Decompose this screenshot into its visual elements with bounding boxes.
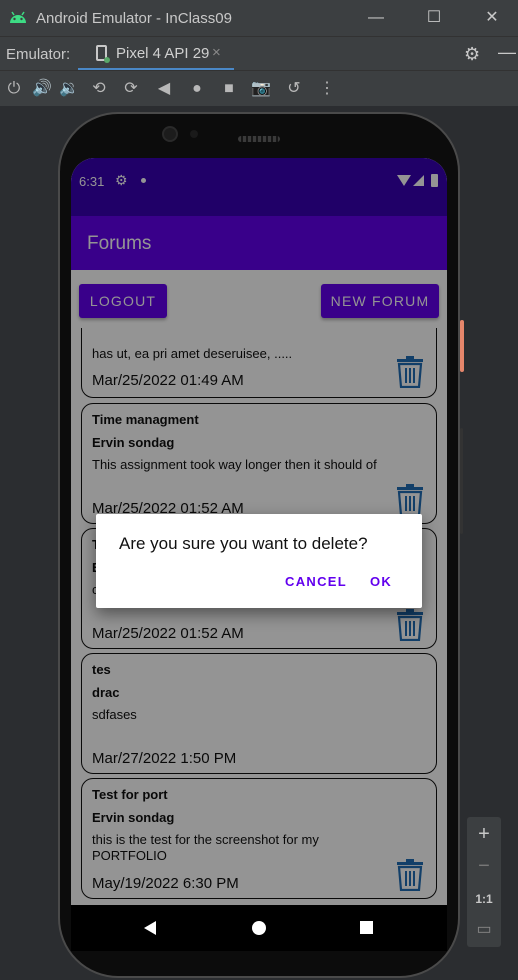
zoom-panel: + − 1:1 ▭ bbox=[467, 817, 501, 947]
system-nav-bar bbox=[71, 905, 447, 951]
android-icon bbox=[10, 11, 26, 23]
volume-up-icon[interactable]: 🔊 bbox=[31, 78, 53, 100]
hide-panel-icon[interactable]: — bbox=[498, 42, 516, 63]
window-titlebar: Android Emulator - InClass09 — ☐ ✕ bbox=[0, 0, 518, 36]
nav-recents-icon[interactable] bbox=[360, 921, 373, 934]
close-window-button[interactable]: ✕ bbox=[482, 8, 502, 28]
nav-back-icon[interactable] bbox=[144, 921, 156, 935]
sensor bbox=[190, 130, 198, 138]
cancel-button[interactable]: CANCEL bbox=[285, 574, 347, 589]
rotate-right-icon[interactable]: ⟳ bbox=[120, 78, 142, 100]
snapshot-icon[interactable]: ↺ bbox=[283, 78, 305, 100]
volume-down-icon[interactable]: 🔉 bbox=[58, 78, 80, 100]
device-icon bbox=[96, 45, 110, 63]
front-camera bbox=[162, 126, 178, 142]
tab-label: Pixel 4 API 29 bbox=[116, 45, 210, 62]
device-screen: 6:31 ⚙ Forums LOGOUT NEW FORUM has ut, e… bbox=[71, 158, 447, 905]
delete-confirm-dialog: Are you sure you want to delete? CANCEL … bbox=[96, 514, 422, 608]
settings-icon[interactable]: ⚙ bbox=[464, 44, 480, 65]
more-icon[interactable]: ⋮ bbox=[316, 78, 338, 100]
camera-icon[interactable]: 📷 bbox=[250, 78, 272, 100]
power-key[interactable] bbox=[460, 320, 464, 372]
emulator-toolbar: ⏻ 🔊 🔉 ⟲ ⟳ ◀ ● ■ 📷 ↺ ⋮ bbox=[0, 70, 518, 106]
earpiece-speaker bbox=[238, 136, 280, 142]
zoom-in-button[interactable]: + bbox=[467, 823, 501, 846]
nav-home-icon[interactable] bbox=[252, 921, 266, 935]
home-icon[interactable]: ● bbox=[186, 78, 208, 100]
zoom-fit-button[interactable]: ▭ bbox=[467, 919, 501, 939]
volume-key[interactable] bbox=[460, 428, 463, 534]
zoom-ratio-button[interactable]: 1:1 bbox=[467, 892, 501, 906]
back-icon[interactable]: ◀ bbox=[153, 78, 175, 100]
tab-close-icon[interactable]: × bbox=[212, 44, 221, 61]
emulator-tabbar: Emulator: Pixel 4 API 29 × ⚙ — bbox=[0, 36, 518, 71]
tab-pixel4[interactable]: Pixel 4 API 29 × bbox=[78, 37, 234, 71]
ok-button[interactable]: OK bbox=[370, 574, 392, 589]
emulator-label: Emulator: bbox=[6, 46, 71, 63]
minimize-button[interactable]: — bbox=[366, 8, 386, 28]
overview-icon[interactable]: ■ bbox=[218, 78, 240, 100]
window-title: Android Emulator - InClass09 bbox=[36, 10, 232, 27]
dialog-message: Are you sure you want to delete? bbox=[119, 534, 368, 553]
rotate-left-icon[interactable]: ⟲ bbox=[88, 78, 110, 100]
zoom-out-button[interactable]: − bbox=[467, 855, 501, 878]
maximize-button[interactable]: ☐ bbox=[424, 8, 444, 28]
power-icon[interactable]: ⏻ bbox=[3, 78, 25, 100]
